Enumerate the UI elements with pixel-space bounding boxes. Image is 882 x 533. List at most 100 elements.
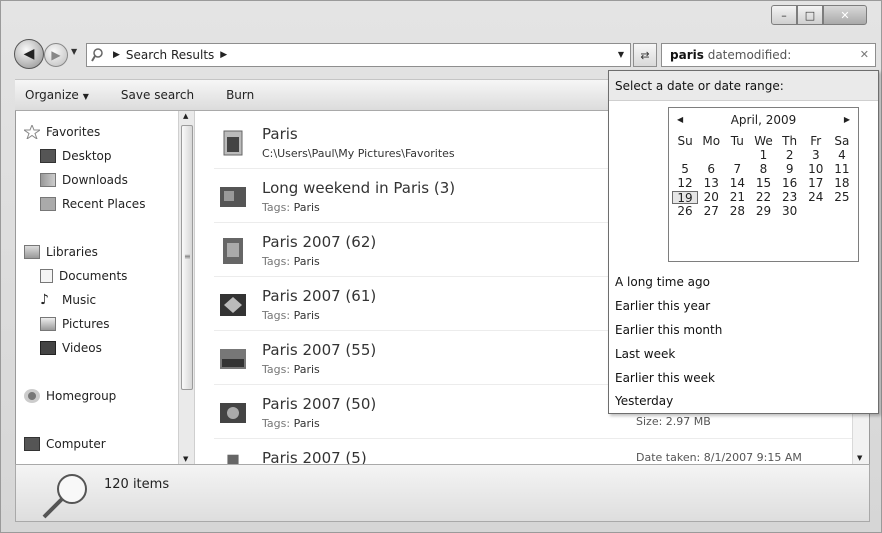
next-month-icon[interactable]: ▶ (844, 115, 850, 124)
calendar-day[interactable]: 9 (777, 163, 803, 176)
breadcrumb-separator-icon[interactable]: ▶ (113, 50, 120, 60)
photo-thumbnail-icon (223, 238, 243, 264)
nav-pictures[interactable]: Pictures (40, 317, 110, 331)
nav-videos[interactable]: Videos (40, 341, 102, 355)
result-sub-value: Paris (293, 363, 320, 376)
scroll-down-icon[interactable]: ▼ (183, 455, 188, 463)
preset-last-week[interactable]: Last week (615, 347, 675, 361)
result-item[interactable]: Paris 2007 (5) Date taken: 8/1/2007 9:15… (214, 443, 869, 467)
maximize-button[interactable]: □ (797, 5, 823, 25)
save-search-button[interactable]: Save search (121, 88, 194, 102)
nav-homegroup[interactable]: Homegroup (24, 389, 116, 403)
organize-button[interactable]: Organize ▼ (25, 88, 89, 102)
calendar-day[interactable]: 23 (777, 191, 803, 204)
nav-desktop-label: Desktop (62, 149, 112, 163)
back-button[interactable]: ◀ (14, 39, 44, 69)
forward-button[interactable]: ▶ (44, 43, 68, 67)
calendar-day[interactable]: 7 (724, 163, 750, 176)
search-input[interactable]: paris datemodified: ✕ (661, 43, 876, 67)
calendar-day[interactable]: 3 (803, 149, 829, 162)
preset-earlier-this-week[interactable]: Earlier this week (615, 371, 715, 385)
calendar-day[interactable]: 8 (750, 163, 776, 176)
result-sub-value: Paris (293, 255, 320, 268)
calendar-day[interactable]: 14 (724, 177, 750, 190)
result-subtitle: Tags: Paris (262, 201, 320, 214)
calendar-day[interactable]: 11 (829, 163, 855, 176)
calendar-day[interactable]: 16 (777, 177, 803, 190)
preset-yesterday[interactable]: Yesterday (615, 394, 673, 408)
calendar-day[interactable]: 20 (698, 191, 724, 204)
calendar-day[interactable]: 24 (803, 191, 829, 204)
result-title: Paris 2007 (50) (262, 395, 377, 413)
recent-pages-dropdown[interactable]: ▼ (71, 47, 77, 56)
nav-favorites-label: Favorites (46, 125, 101, 139)
calendar-day[interactable]: 17 (803, 177, 829, 190)
weekday-header: Fr (810, 134, 822, 148)
breadcrumb-separator-icon[interactable]: ▶ (220, 50, 227, 60)
calendar-empty-cell (724, 149, 750, 162)
breadcrumb-search-results[interactable]: Search Results (126, 48, 214, 62)
calendar-day[interactable]: 19 (672, 191, 699, 205)
nav-computer[interactable]: Computer (24, 437, 106, 451)
address-dropdown-icon[interactable]: ▼ (618, 50, 624, 59)
calendar-month[interactable]: April, 2009 (669, 113, 858, 127)
date-picker-popup: Select a date or date range: ◀ April, 20… (608, 70, 879, 414)
nav-libraries[interactable]: Libraries (24, 245, 98, 259)
calendar-day[interactable]: 10 (803, 163, 829, 176)
preset-long-time-ago[interactable]: A long time ago (615, 275, 710, 289)
clear-search-icon[interactable]: ✕ (860, 48, 869, 61)
calendar-day[interactable]: 4 (829, 149, 855, 162)
result-sub-label: Tags: (262, 201, 291, 214)
calendar-day[interactable]: 29 (750, 205, 776, 218)
nav-desktop[interactable]: Desktop (40, 149, 112, 163)
calendar-day[interactable]: 2 (777, 149, 803, 162)
caption-buttons: – □ ✕ (771, 5, 867, 25)
calendar-day[interactable]: 13 (698, 177, 724, 190)
computer-icon (24, 437, 40, 451)
nav-documents[interactable]: Documents (40, 269, 127, 283)
nav-downloads[interactable]: Downloads (40, 173, 128, 187)
calendar-day[interactable]: 1 (750, 149, 776, 162)
preset-earlier-this-month[interactable]: Earlier this month (615, 323, 722, 337)
result-sub-label: Tags: (262, 309, 291, 322)
size-label: Size: (636, 415, 663, 428)
weekday-header: Sa (834, 134, 850, 148)
close-button[interactable]: ✕ (823, 5, 867, 25)
scroll-down-icon[interactable]: ▼ (857, 454, 862, 462)
calendar-day[interactable]: 22 (750, 191, 776, 204)
photo-thumbnail-icon (220, 187, 246, 207)
search-term: paris (670, 48, 704, 62)
nav-pictures-label: Pictures (62, 317, 110, 331)
nav-music[interactable]: ♪ Music (40, 293, 96, 307)
scroll-up-icon[interactable]: ▲ (183, 112, 188, 120)
calendar-day[interactable]: 6 (698, 163, 724, 176)
calendar-day[interactable]: 5 (672, 163, 698, 176)
nav-scrollbar[interactable]: ▲ ≡ ▼ (178, 111, 195, 464)
nav-recent-places[interactable]: Recent Places (40, 197, 145, 211)
star-icon (24, 125, 40, 139)
calendar-day[interactable]: 30 (777, 205, 803, 218)
details-pane: 120 items (15, 464, 870, 522)
folder-thumbnail-icon (223, 130, 243, 156)
result-title: Long weekend in Paris (3) (262, 179, 456, 197)
minimize-button[interactable]: – (771, 5, 797, 25)
calendar-day[interactable]: 26 (672, 205, 698, 218)
address-bar[interactable]: ▶ Search Results ▶ ▼ (86, 43, 631, 67)
calendar-day[interactable]: 27 (698, 205, 724, 218)
burn-button[interactable]: Burn (226, 88, 254, 102)
preset-earlier-this-year[interactable]: Earlier this year (615, 299, 710, 313)
result-date-taken: Date taken: 8/1/2007 9:15 AM (636, 451, 802, 464)
nav-favorites[interactable]: Favorites (24, 125, 100, 139)
result-subtitle: C:\Users\Paul\My Pictures\Favorites (262, 147, 455, 160)
refresh-icon: ⇄ (640, 48, 650, 62)
calendar-day[interactable]: 25 (829, 191, 855, 204)
documents-icon (40, 269, 53, 283)
calendar-day[interactable]: 18 (829, 177, 855, 190)
calendar-day[interactable]: 21 (724, 191, 750, 204)
photo-thumbnail-icon (220, 349, 246, 369)
calendar-day[interactable]: 28 (724, 205, 750, 218)
calendar-day[interactable]: 12 (672, 177, 698, 190)
calendar-day[interactable]: 15 (750, 177, 776, 190)
result-title: Paris 2007 (55) (262, 341, 377, 359)
refresh-button[interactable]: ⇄ (633, 43, 657, 67)
